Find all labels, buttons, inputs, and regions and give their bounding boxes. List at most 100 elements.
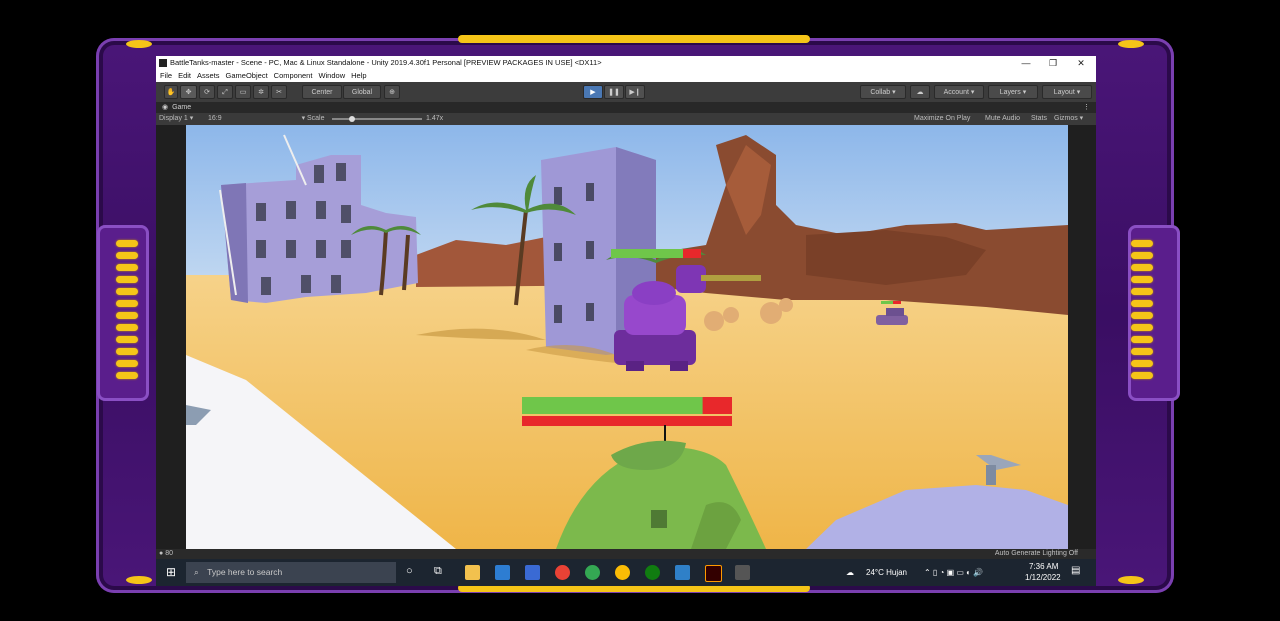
chrome-icon[interactable] — [585, 565, 600, 580]
scale-slider-thumb[interactable] — [349, 116, 355, 122]
chrome-icon[interactable] — [555, 565, 570, 580]
frame-light — [1131, 300, 1153, 307]
windows-taskbar: ⊞ ⌕ Type here to search ○ ⧉ ☁ 24°C Hujan… — [156, 559, 1096, 586]
search-placeholder: Type here to search — [207, 567, 283, 577]
layout-dropdown[interactable]: Layout ▾ — [1042, 85, 1092, 99]
snap-settings-button[interactable]: ⊕ — [384, 85, 400, 99]
frame-light — [1131, 276, 1153, 283]
gizmos-label: Gizmos — [1054, 115, 1078, 122]
account-dropdown[interactable]: Account ▾ — [934, 85, 984, 99]
status-count: 80 — [165, 550, 173, 557]
menu-window[interactable]: Window — [318, 71, 345, 80]
play-button[interactable]: ▶ — [583, 85, 603, 99]
menu-edit[interactable]: Edit — [178, 71, 191, 80]
mute-audio-toggle[interactable]: Mute Audio — [985, 113, 1020, 125]
taskbar-search[interactable]: ⌕ Type here to search — [186, 562, 396, 583]
move-tool-button[interactable]: ✥ — [180, 85, 197, 99]
pivot-center-button[interactable]: Center — [302, 85, 342, 99]
frame-light — [116, 300, 138, 307]
xbox-icon[interactable] — [645, 565, 660, 580]
game-view-toolbar: Display 1 ▾ 16:9 ▾ Scale 1.47x Maximize O… — [156, 113, 1096, 125]
player-reload-bar — [522, 416, 732, 426]
start-button[interactable]: ⊞ — [166, 565, 176, 579]
frame-light — [1131, 348, 1153, 355]
frame-light — [116, 360, 138, 367]
frame-corner-dot — [1118, 40, 1144, 48]
display-dropdown[interactable]: Display 1 ▾ — [159, 113, 193, 125]
unity-taskbar-icon[interactable] — [735, 565, 750, 580]
weather-icon[interactable]: ☁ — [846, 559, 854, 586]
layout-label: Layout — [1053, 89, 1075, 96]
collab-dropdown[interactable]: Collab ▾ — [860, 85, 906, 99]
frame-light — [116, 372, 138, 379]
stats-toggle[interactable]: Stats — [1031, 113, 1047, 125]
maximize-button[interactable]: ❐ — [1039, 56, 1067, 70]
pivot-global-label: Global — [351, 89, 373, 96]
game-viewport[interactable] — [186, 125, 1068, 549]
cloud-button[interactable]: ☁ — [910, 85, 930, 99]
file-explorer-icon[interactable] — [465, 565, 480, 580]
scale-label: Scale — [307, 115, 325, 122]
pivot-center-label: Center — [311, 89, 333, 96]
scale-tool-button[interactable]: ⤢ — [217, 85, 233, 99]
pause-button[interactable]: ❚❚ — [604, 85, 624, 99]
game-tab-bar: ◉ Game ⋮ — [156, 102, 1096, 113]
frame-light — [1131, 288, 1153, 295]
transform-tool-button[interactable]: ✲ — [253, 85, 269, 99]
vent-pipe — [986, 465, 996, 485]
frame-light — [1131, 372, 1153, 379]
photos-icon[interactable] — [675, 565, 690, 580]
menu-assets[interactable]: Assets — [197, 71, 220, 80]
aspect-label: 16:9 — [208, 115, 222, 122]
unity-editor-window: BattleTanks-master - Scene - PC, Mac & L… — [156, 56, 1096, 586]
rect-tool-button[interactable]: ▭ — [235, 85, 251, 99]
tab-game[interactable]: Game — [172, 104, 191, 111]
menu-gameobject[interactable]: GameObject — [226, 71, 268, 80]
frame-light — [1131, 324, 1153, 331]
lighting-status[interactable]: Auto Generate Lighting Off — [995, 549, 1078, 559]
frame-light — [116, 312, 138, 319]
frame-light — [116, 324, 138, 331]
info-icon: ● — [159, 550, 164, 557]
cortana-icon[interactable]: ○ — [406, 565, 413, 577]
rotate-tool-button[interactable]: ⟳ — [199, 85, 215, 99]
app-icon[interactable] — [525, 565, 540, 580]
scale-slider[interactable] — [332, 118, 422, 120]
frame-light — [1131, 360, 1153, 367]
title-bar: BattleTanks-master - Scene - PC, Mac & L… — [156, 56, 1096, 70]
menu-component[interactable]: Component — [274, 71, 313, 80]
menu-help[interactable]: Help — [351, 71, 366, 80]
custom-tool-button[interactable]: ✂ — [271, 85, 287, 99]
unity-logo-icon — [159, 59, 167, 67]
enemy-health-bar-fill — [611, 249, 683, 258]
aspect-dropdown[interactable]: 16:9 ▾ — [208, 113, 305, 125]
chrome-icon[interactable] — [615, 565, 630, 580]
step-button[interactable]: ▶❙ — [625, 85, 645, 99]
clock-time[interactable]: 7:36 AM — [1029, 562, 1058, 571]
maximize-on-play-toggle[interactable]: Maximize On Play — [914, 113, 970, 125]
notification-icon[interactable]: ▤ — [1071, 565, 1080, 576]
collab-label: Collab — [870, 89, 891, 96]
close-button[interactable]: ✕ — [1067, 56, 1095, 70]
layers-dropdown[interactable]: Layers ▾ — [988, 85, 1038, 99]
minimize-button[interactable]: — — [1012, 56, 1040, 70]
hand-tool-button[interactable]: ✋ — [164, 85, 178, 99]
frame-corner-dot — [1118, 576, 1144, 584]
display-label: Display 1 — [159, 115, 188, 122]
mail-icon[interactable] — [495, 565, 510, 580]
illustrator-icon[interactable] — [705, 565, 722, 582]
clock-date[interactable]: 1/12/2022 — [1025, 573, 1061, 582]
weather-text[interactable]: 24°C Hujan — [866, 559, 907, 586]
frame-light — [1131, 240, 1153, 247]
frame-top-gold-bar — [458, 35, 810, 43]
more-options-icon[interactable]: ⋮ — [1083, 102, 1090, 113]
gizmos-dropdown[interactable]: Gizmos ▾ — [1054, 113, 1083, 125]
menu-file[interactable]: File — [160, 71, 172, 80]
task-view-icon[interactable]: ⧉ — [434, 565, 442, 578]
frame-light — [116, 252, 138, 259]
system-tray-icons[interactable]: ⌃ ▯ ◔ ▣ ▭ ◐ 🔊 — [924, 559, 983, 586]
frame-light — [116, 288, 138, 295]
menu-bar: File Edit Assets GameObject Component Window H… — [156, 70, 1096, 82]
pivot-global-button[interactable]: Global — [343, 85, 381, 99]
frame-light — [1131, 312, 1153, 319]
